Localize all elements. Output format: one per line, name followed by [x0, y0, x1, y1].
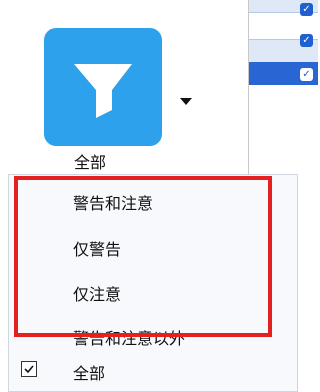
grid-checkbox[interactable]: ✓	[300, 34, 313, 47]
menu-item-label: 警告和注意	[73, 194, 154, 213]
screen: ✓ ✓ ✓ 全部 警告和注意 仅警告 仅注意 警告和注意以外 全部	[0, 0, 318, 392]
menu-item-caution-only[interactable]: 仅注意	[9, 274, 299, 308]
grid-checkbox[interactable]: ✓	[300, 68, 313, 81]
menu-item-label: 警告和注意以外	[73, 329, 186, 348]
menu-item-label: 全部	[73, 364, 106, 383]
menu-item-label: 仅警告	[73, 240, 122, 259]
dropdown-arrow-icon[interactable]	[180, 98, 192, 105]
menu-item-label: 仅注意	[73, 285, 122, 304]
funnel-icon	[74, 64, 132, 118]
menu-item-all[interactable]: 全部	[9, 353, 299, 387]
filter-button[interactable]	[44, 28, 162, 146]
filter-caption: 全部	[74, 153, 107, 172]
menu-item-except-warning-and-caution[interactable]: 警告和注意以外	[9, 318, 299, 352]
check-icon	[21, 361, 37, 377]
grid-checkbox[interactable]: ✓	[300, 3, 313, 16]
filter-menu: 警告和注意 仅警告 仅注意 警告和注意以外 全部	[8, 174, 298, 392]
menu-item-warning-only[interactable]: 仅警告	[9, 229, 299, 263]
menu-item-warning-and-caution[interactable]: 警告和注意	[9, 183, 299, 217]
